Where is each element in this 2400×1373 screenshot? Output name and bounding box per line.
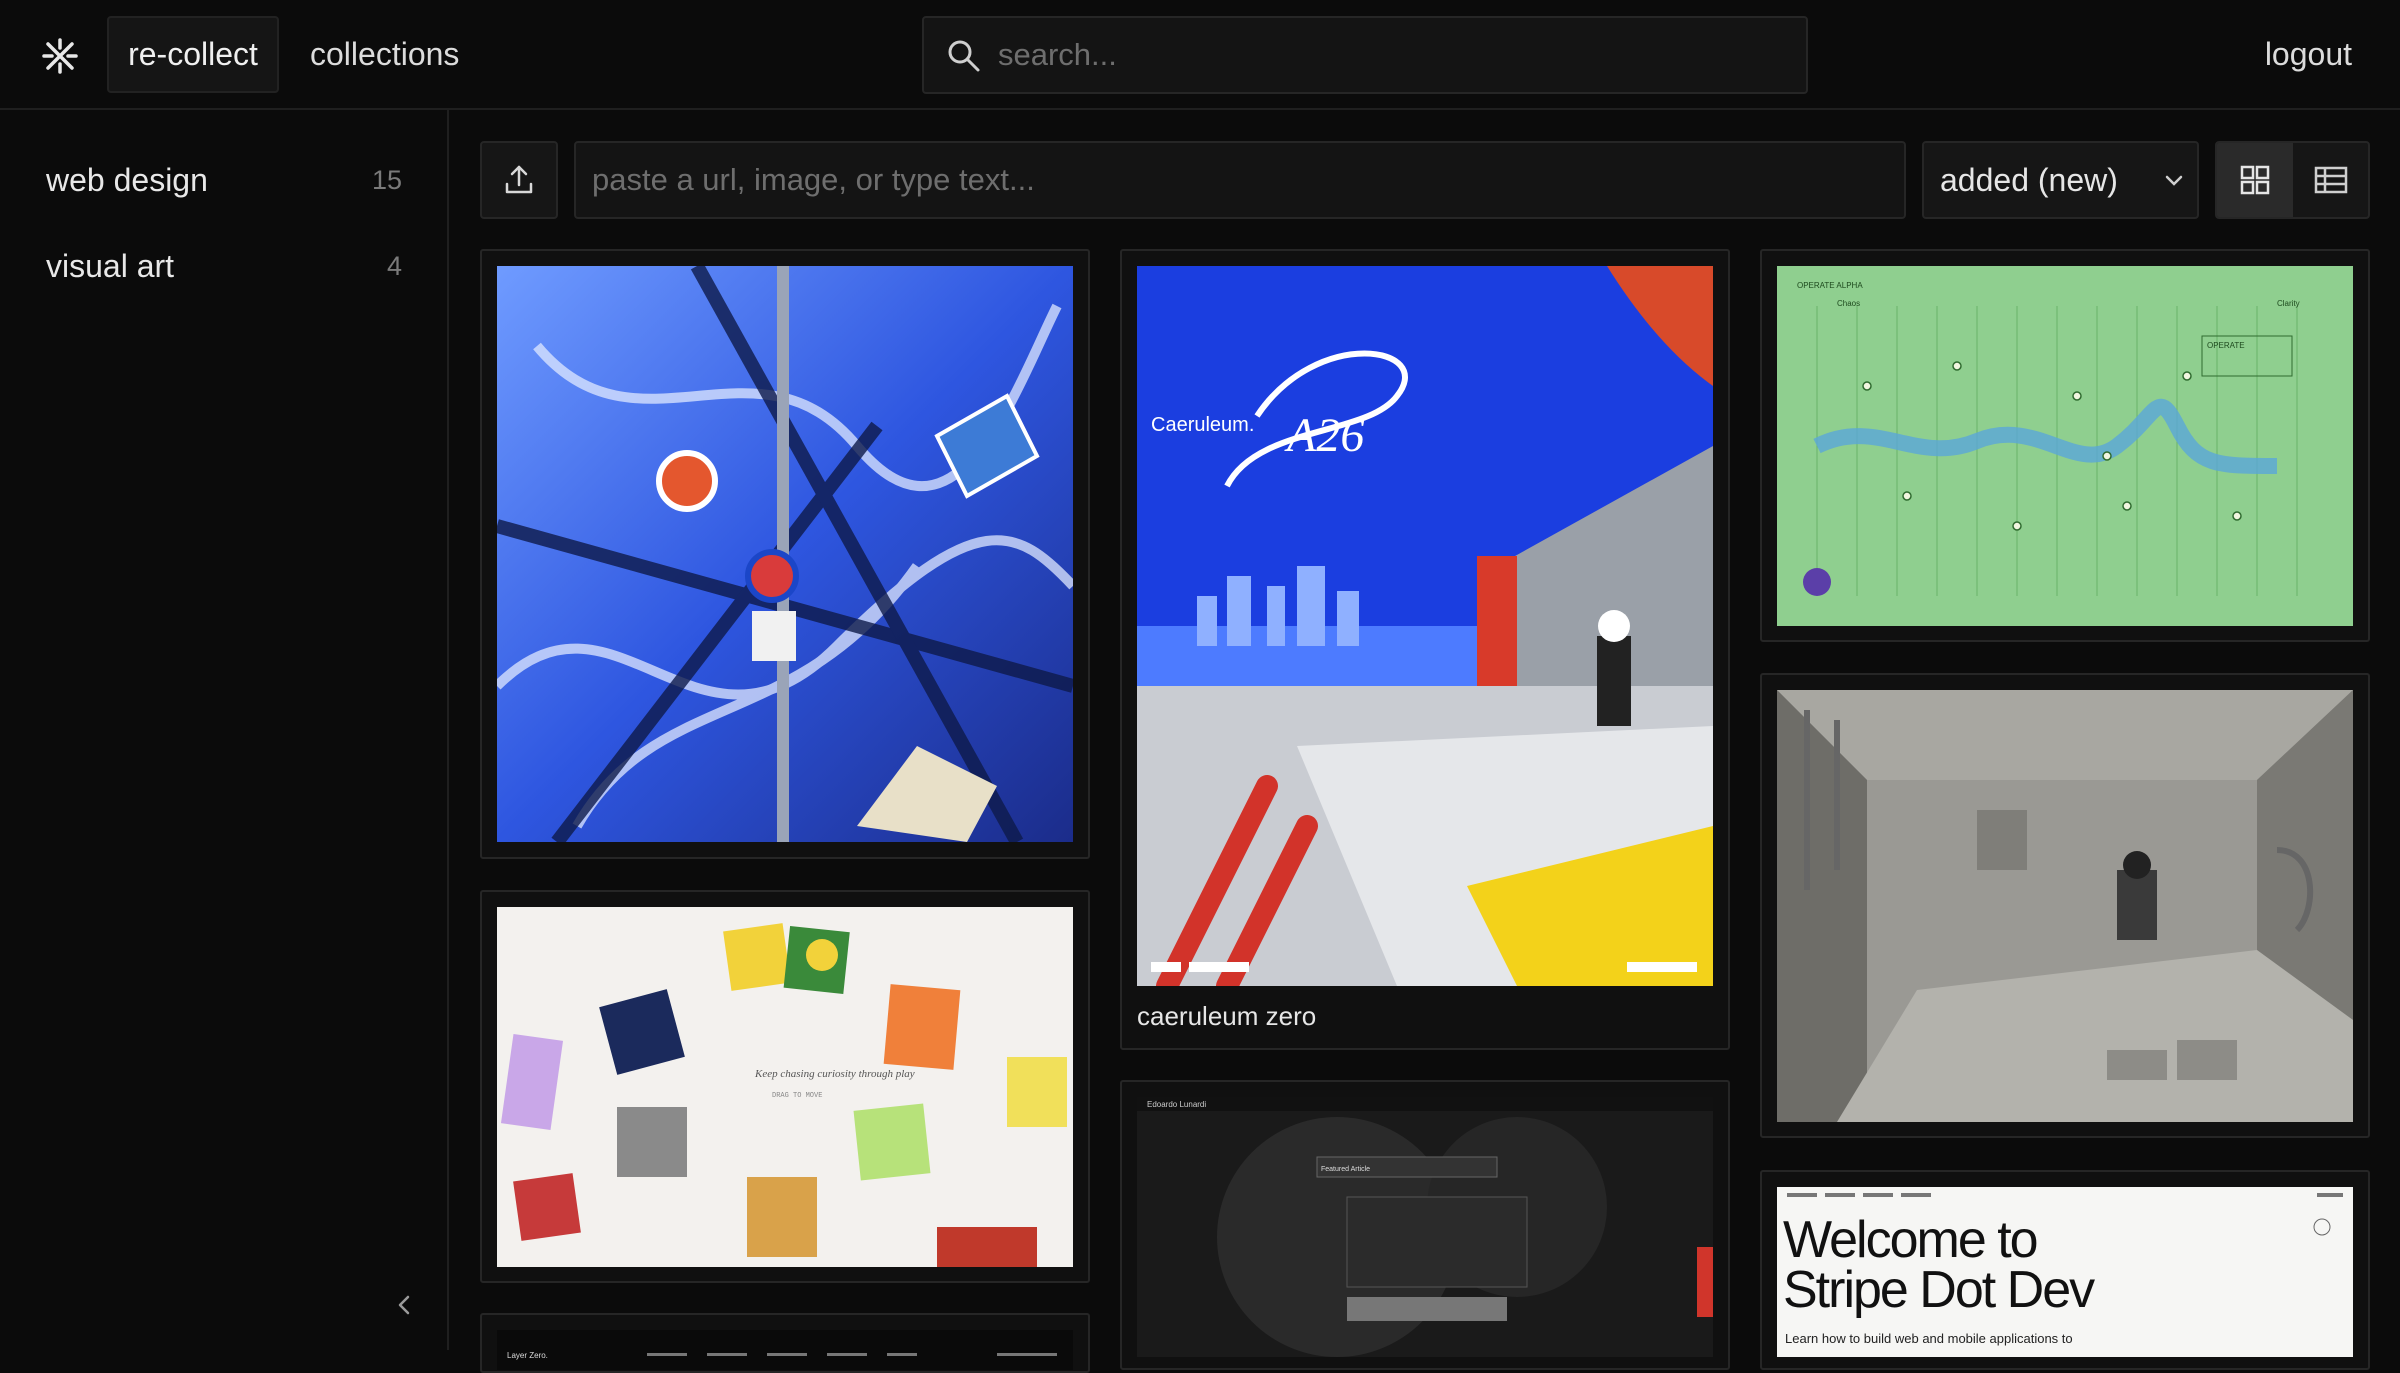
collections-sidebar: web design 15 visual art 4 bbox=[0, 110, 449, 1350]
upload-icon bbox=[505, 165, 533, 194]
thumb-stripe-subtitle: Learn how to build web and mobile applic… bbox=[1785, 1331, 2073, 1346]
sort-selected-label: added (new) bbox=[1940, 161, 2118, 198]
search-icon bbox=[948, 40, 980, 72]
card-thumbnail: Caeruleum. A26 bbox=[1137, 266, 1713, 986]
brand-home-link[interactable]: re-collect bbox=[107, 16, 279, 93]
grid-view-button[interactable] bbox=[2217, 143, 2293, 217]
search-input[interactable] bbox=[998, 18, 1778, 92]
bookmark-card[interactable]: OPERATE OPERATE ALPHA Chaos Clarity bbox=[1760, 249, 2370, 642]
thumb-clarity: Clarity bbox=[2277, 299, 2300, 308]
thumb-portfolio-tagline: Keep chasing curiosity through play bbox=[754, 1068, 915, 1080]
paste-input-box bbox=[574, 141, 1906, 219]
search-box bbox=[922, 16, 1808, 94]
view-toggle bbox=[2215, 141, 2370, 219]
thumb-caeruleum-brand: Caeruleum. bbox=[1151, 414, 1254, 436]
sidebar-item-label: visual art bbox=[46, 247, 175, 284]
collections-link[interactable]: collections bbox=[310, 16, 459, 93]
thumb-dev-name: Edoardo Lunardi bbox=[1147, 1100, 1206, 1109]
paste-input[interactable] bbox=[592, 143, 1882, 217]
sidebar-item-count: 4 bbox=[386, 250, 402, 281]
sidebar-item-label: web design bbox=[46, 161, 208, 198]
collapse-sidebar-icon[interactable] bbox=[392, 1290, 416, 1320]
card-thumbnail: OPERATE OPERATE ALPHA Chaos Clarity bbox=[1777, 266, 2353, 626]
sort-select[interactable]: added (new) bbox=[1922, 141, 2199, 219]
thumb-layer-brand: Layer Zero. bbox=[507, 1351, 548, 1360]
card-thumbnail: Welcome to Stripe Dot Dev Learn how to b… bbox=[1777, 1187, 2353, 1357]
card-thumbnail bbox=[497, 266, 1073, 842]
sidebar-item-visual-art[interactable]: visual art 4 bbox=[46, 236, 402, 296]
logout-link[interactable]: logout bbox=[2265, 16, 2352, 93]
thumb-stripe-title-2: Stripe Dot Dev bbox=[1783, 1261, 2095, 1319]
thumb-dev-featured: Featured Article bbox=[1321, 1166, 1370, 1173]
bookmark-card[interactable] bbox=[480, 249, 1090, 859]
list-icon bbox=[2314, 166, 2348, 194]
thumb-chaos: Chaos bbox=[1837, 299, 1860, 308]
card-thumbnail: Edoardo Lunardi Featured Article bbox=[1137, 1097, 1713, 1357]
card-caption: caeruleum zero bbox=[1137, 1001, 1317, 1031]
card-thumbnail: Keep chasing curiosity through play DRAG… bbox=[497, 907, 1073, 1267]
thumb-crm-label: OPERATE ALPHA bbox=[1797, 281, 1863, 290]
thumb-caeruleum-big: A26 bbox=[1284, 409, 1364, 462]
sidebar-item-web-design[interactable]: web design 15 bbox=[46, 150, 402, 210]
chevron-down-icon bbox=[2165, 175, 2183, 186]
bookmark-card[interactable]: Edoardo Lunardi Featured Article bbox=[1120, 1080, 1730, 1370]
bookmark-card[interactable]: Caeruleum. A26 caeruleum zero bbox=[1120, 249, 1730, 1050]
card-thumbnail: Layer Zero. bbox=[497, 1330, 1073, 1370]
card-thumbnail bbox=[1777, 690, 2353, 1122]
sidebar-item-count: 15 bbox=[371, 164, 402, 195]
bookmark-card[interactable]: Layer Zero. bbox=[480, 1313, 1090, 1373]
bookmark-card[interactable]: Welcome to Stripe Dot Dev Learn how to b… bbox=[1760, 1170, 2370, 1370]
top-bar: re-collect collections logout bbox=[0, 0, 2400, 110]
grid-icon bbox=[2240, 165, 2270, 195]
list-view-button[interactable] bbox=[2293, 143, 2368, 217]
bookmark-card[interactable]: Keep chasing curiosity through play DRAG… bbox=[480, 890, 1090, 1283]
app-logo-icon[interactable] bbox=[40, 36, 80, 76]
bookmark-card[interactable] bbox=[1760, 673, 2370, 1138]
upload-button[interactable] bbox=[480, 141, 558, 219]
thumb-crm-title: OPERATE bbox=[2207, 341, 2245, 350]
thumb-portfolio-drag: DRAG TO MOVE bbox=[772, 1092, 822, 1100]
